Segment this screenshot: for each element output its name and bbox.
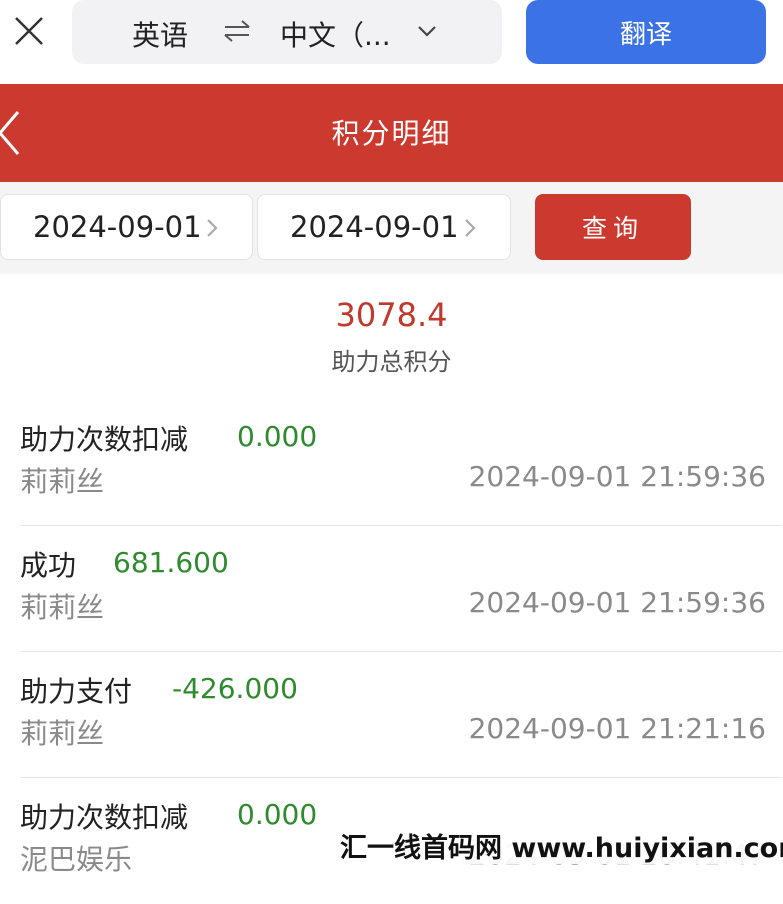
list-item[interactable]: 助力支付 -426.000 莉莉丝 2024-09-01 21:21:16	[20, 652, 782, 778]
record-time: 2024-09-01 21:59:36	[468, 586, 766, 619]
record-type: 助力支付	[20, 675, 133, 708]
record-time: 2024-09-01 21:21:16	[468, 712, 766, 745]
record-type: 助力次数扣减	[20, 801, 189, 834]
total-points-value: 3078.4	[335, 296, 448, 334]
page-title: 积分明细	[331, 117, 452, 150]
date-filter-row: 2024-09-01 2024-09-01 查询	[0, 182, 783, 274]
app-header: 积分明细	[0, 84, 783, 182]
swap-icon[interactable]	[222, 18, 252, 44]
record-time: 2024-09-01 21:59:36	[468, 460, 766, 493]
language-selector[interactable]: 英语 中文（...	[72, 0, 502, 64]
total-points-label: 助力总积分	[331, 348, 452, 376]
record-amount: 681.600	[113, 546, 229, 579]
chevron-right-icon	[465, 219, 476, 237]
record-user: 莉莉丝	[20, 591, 105, 624]
chevron-down-icon[interactable]	[416, 22, 438, 40]
record-type: 助力次数扣减	[20, 423, 189, 456]
watermark: 汇一线首码网 www.huiyixian.com	[318, 822, 783, 864]
chevron-right-icon	[207, 219, 218, 237]
list-item[interactable]: 助力次数扣减 0.000 莉莉丝 2024-09-01 21:59:36	[20, 400, 782, 526]
record-user: 莉莉丝	[20, 465, 105, 498]
source-language[interactable]: 英语	[132, 14, 188, 54]
record-user: 莉莉丝	[20, 717, 105, 750]
list-item[interactable]: 成功 681.600 莉莉丝 2024-09-01 21:59:36	[20, 526, 782, 652]
record-amount: 0.000	[237, 420, 318, 453]
translator-bar: 英语 中文（... 翻译	[0, 0, 783, 80]
record-amount: -426.000	[172, 672, 298, 705]
end-date-picker[interactable]: 2024-09-01	[257, 194, 511, 260]
record-type: 成功	[20, 549, 77, 582]
end-date-value: 2024-09-01	[290, 210, 459, 244]
translate-button[interactable]: 翻译	[526, 0, 766, 64]
record-amount: 0.000	[237, 798, 318, 831]
record-user: 泥巴娱乐	[20, 843, 133, 876]
query-button[interactable]: 查询	[535, 194, 691, 260]
close-button[interactable]	[12, 14, 46, 48]
close-icon	[15, 17, 43, 45]
start-date-value: 2024-09-01	[33, 210, 202, 244]
start-date-picker[interactable]: 2024-09-01	[0, 194, 253, 260]
target-language[interactable]: 中文（...	[280, 14, 391, 54]
